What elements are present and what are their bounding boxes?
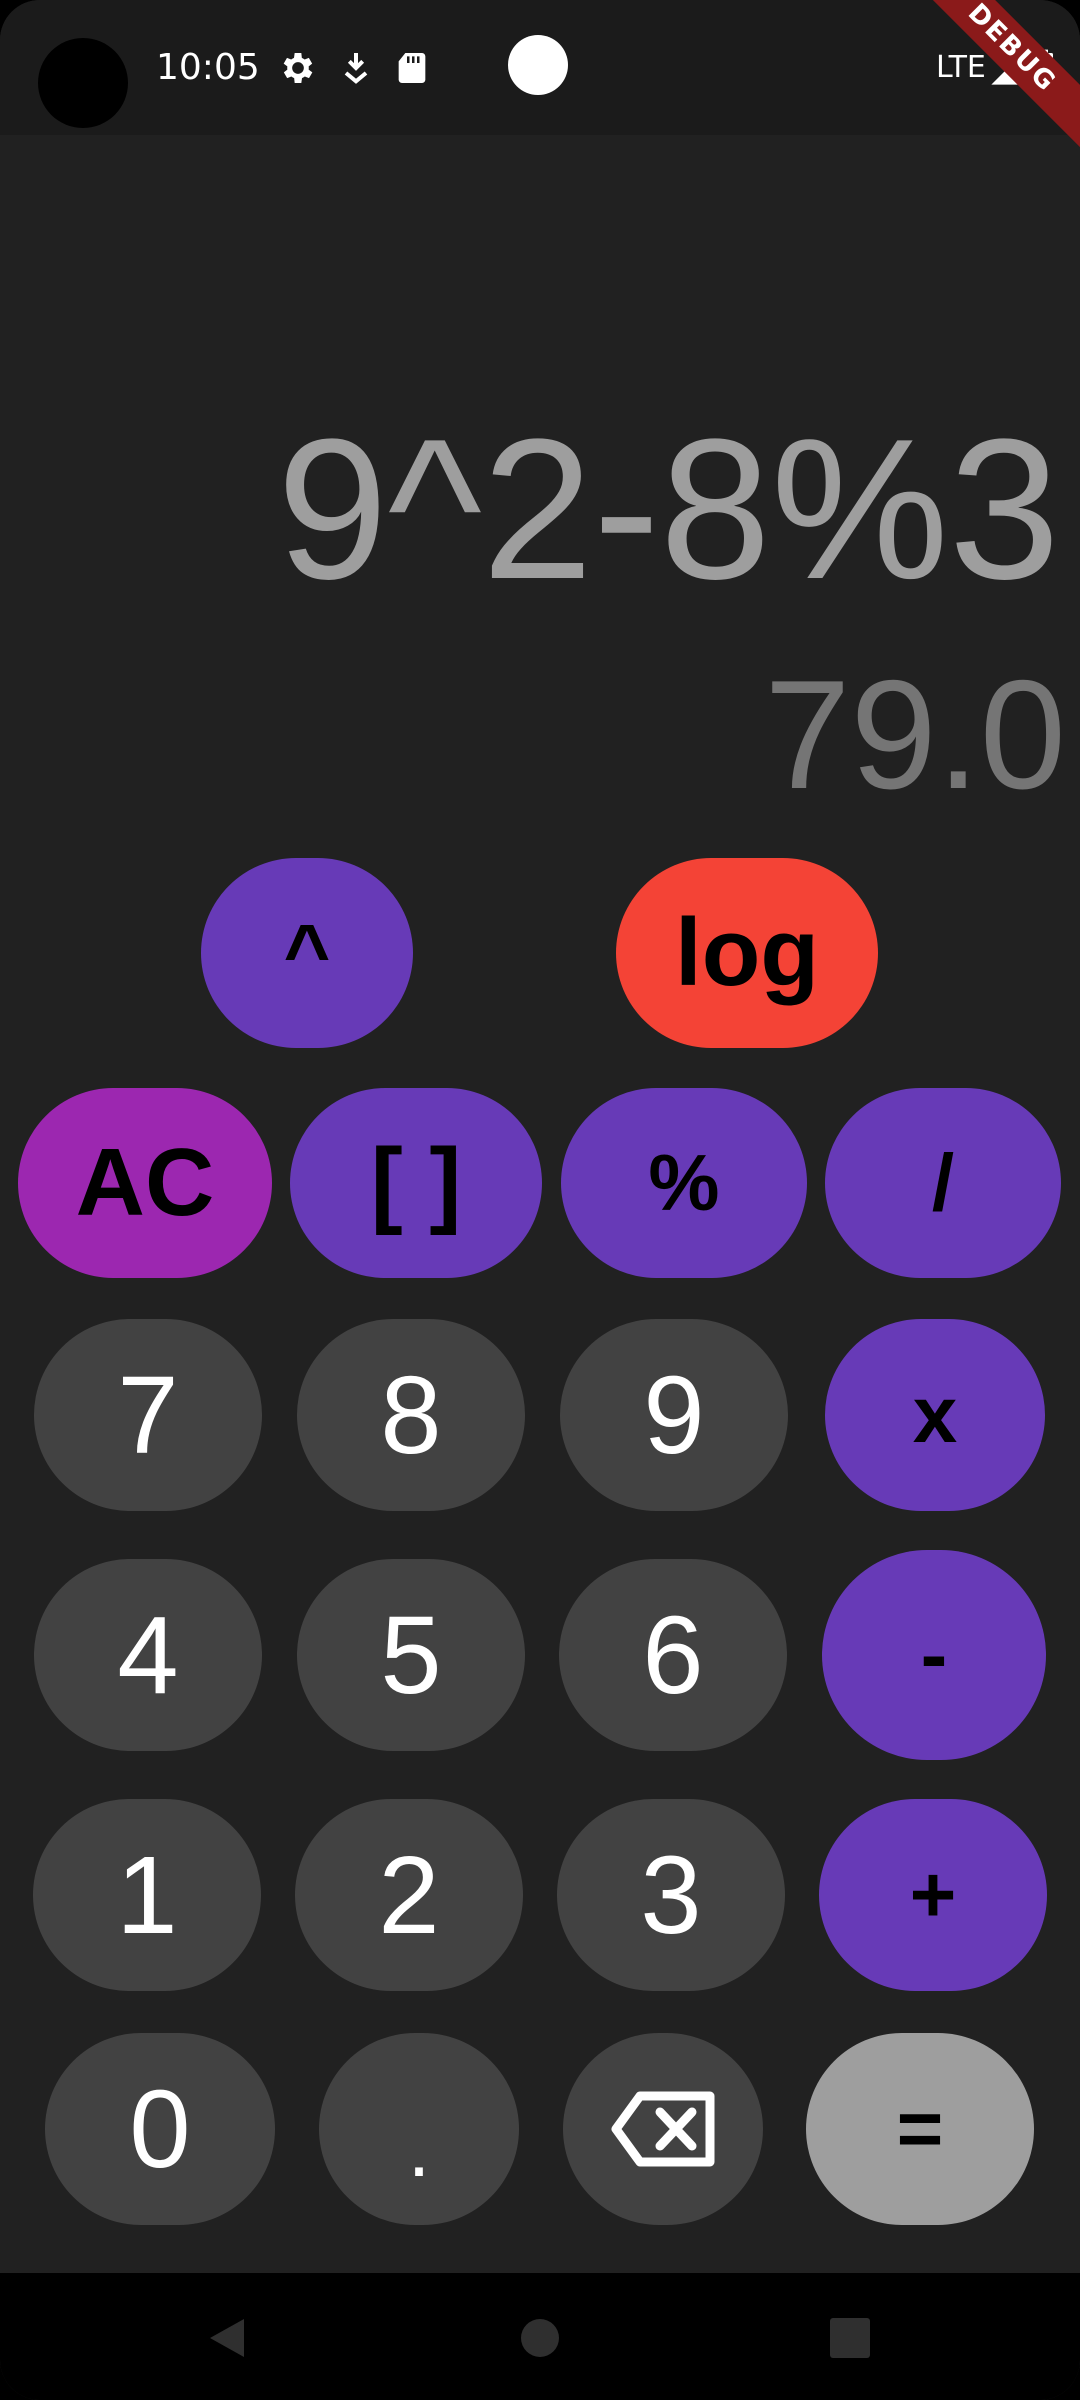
decimal-button[interactable]: . <box>319 2033 519 2225</box>
digit-5-label: 5 <box>380 1593 442 1717</box>
plus-button[interactable]: + <box>819 1799 1047 1991</box>
digit-7-button[interactable]: 7 <box>34 1319 262 1511</box>
camera-cutout <box>38 38 128 128</box>
digit-8-label: 8 <box>380 1353 442 1477</box>
clear-button-label: AC <box>75 1129 215 1236</box>
digit-6-button[interactable]: 6 <box>559 1559 787 1751</box>
status-dot <box>508 35 568 95</box>
equals-button[interactable]: = <box>806 2033 1034 2225</box>
power-button[interactable]: ^ <box>201 858 413 1048</box>
backspace-icon <box>611 2091 715 2167</box>
log-button-label: log <box>675 899 819 1006</box>
digit-2-button[interactable]: 2 <box>295 1799 523 1991</box>
gear-icon <box>283 53 313 83</box>
navigation-bar <box>0 2273 1080 2400</box>
back-triangle-icon <box>210 2319 244 2357</box>
recents-square-icon <box>830 2318 870 2358</box>
home-circle-icon <box>521 2319 559 2357</box>
digit-3-label: 3 <box>640 1833 702 1957</box>
download-icon <box>344 53 368 84</box>
calculator-screen: 10:05 LTE DEBUG 9^2-8%3 79.0 ^ log AC [… <box>0 0 1080 2400</box>
digit-7-label: 7 <box>117 1353 179 1477</box>
nav-recents-button[interactable] <box>810 2303 890 2373</box>
multiply-button-label: x <box>912 1370 958 1459</box>
digit-0-label: 0 <box>129 2067 191 2191</box>
clear-button[interactable]: AC <box>18 1088 272 1278</box>
status-time: 10:05 <box>156 47 260 88</box>
plus-button-label: + <box>909 1850 957 1939</box>
status-bar: 10:05 LTE DEBUG <box>0 0 1080 156</box>
digit-1-button[interactable]: 1 <box>33 1799 261 1991</box>
decimal-button-label: . <box>407 2104 431 2193</box>
power-button-label: ^ <box>283 908 331 997</box>
percent-button-label: % <box>648 1138 720 1227</box>
digit-2-label: 2 <box>378 1833 440 1957</box>
log-button[interactable]: log <box>616 858 878 1048</box>
multiply-button[interactable]: x <box>825 1319 1045 1511</box>
digit-1-label: 1 <box>116 1833 178 1957</box>
digit-9-label: 9 <box>643 1353 705 1477</box>
digit-8-button[interactable]: 8 <box>297 1319 525 1511</box>
percent-button[interactable]: % <box>561 1088 807 1278</box>
equals-button-label: = <box>896 2084 944 2173</box>
network-type: LTE <box>936 50 986 85</box>
brackets-button-label: [ ] <box>370 1129 462 1236</box>
divide-button[interactable]: / <box>825 1088 1061 1278</box>
backspace-button[interactable] <box>563 2033 763 2225</box>
divide-button-label: / <box>931 1138 955 1227</box>
nav-home-button[interactable] <box>500 2303 580 2373</box>
brackets-button[interactable]: [ ] <box>290 1088 542 1278</box>
minus-button[interactable]: - <box>822 1550 1046 1760</box>
expression-display: 9^2-8%3 <box>276 398 1060 621</box>
digit-9-button[interactable]: 9 <box>560 1319 788 1511</box>
result-display: 79.0 <box>764 648 1066 821</box>
minus-button-label: - <box>920 1610 948 1699</box>
digit-0-button[interactable]: 0 <box>45 2033 275 2225</box>
digit-4-label: 4 <box>117 1593 179 1717</box>
digit-6-label: 6 <box>642 1593 704 1717</box>
digit-4-button[interactable]: 4 <box>34 1559 262 1751</box>
sd-card-icon <box>398 53 426 83</box>
digit-3-button[interactable]: 3 <box>557 1799 785 1991</box>
nav-back-button[interactable] <box>187 2303 267 2373</box>
digit-5-button[interactable]: 5 <box>297 1559 525 1751</box>
